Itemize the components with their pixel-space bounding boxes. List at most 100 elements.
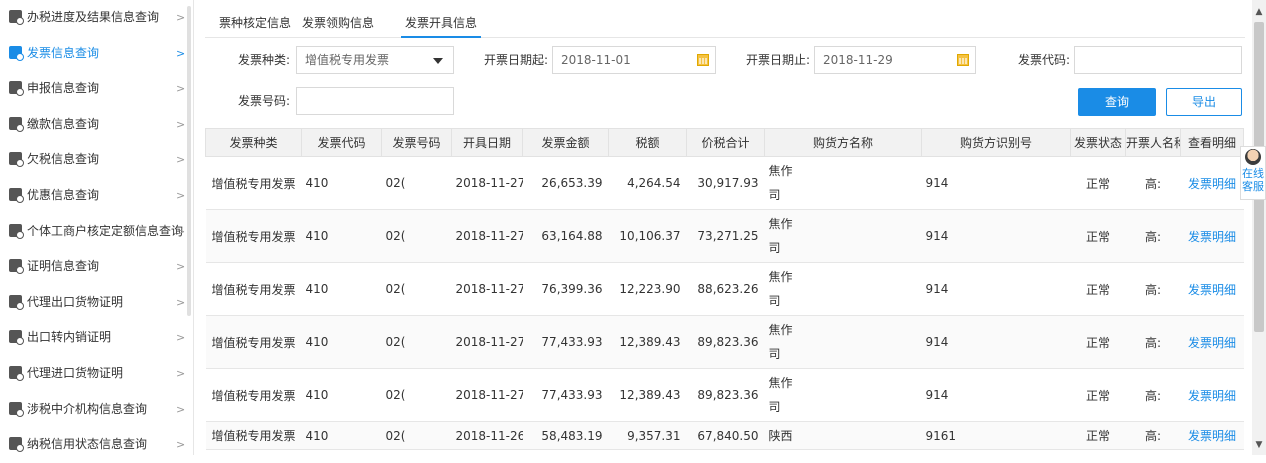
scroll-down-icon[interactable]: ▼	[1254, 439, 1264, 451]
invoice-detail-link[interactable]: 发票明细	[1188, 429, 1236, 443]
buyer-name-line1: 陕西	[768, 428, 793, 443]
amount-cell: 58,483.19	[522, 421, 609, 450]
sidebar-item[interactable]: 个体工商户核定定额信息查询 >	[0, 214, 193, 250]
invoice-code-cell: 410	[301, 156, 382, 210]
tax-cell: 12,389.43	[608, 368, 687, 422]
column-header: 发票种类	[205, 128, 302, 157]
sidebar-item-label: 纳税信用状态信息查询	[27, 437, 148, 452]
sidebar-item-label: 欠税信息查询	[27, 152, 100, 167]
detail-link-cell: 发票明细	[1180, 315, 1244, 369]
sidebar-list: 办税进度及结果信息查询 > 发票信息查询 > 申报信息查询 > 缴款信息查询 > 欠税信息查询 >…	[0, 0, 193, 463]
column-header: 开具日期	[451, 128, 523, 157]
sidebar-item[interactable]: 证明信息查询 >	[0, 249, 193, 285]
buyer-name-line2: 司	[768, 400, 781, 414]
table-row[interactable]: 增值税专用发票 410 02(2018-11-27 77,433.93 12,389.4…	[205, 368, 1244, 422]
table-row[interactable]: 增值税专用发票 410 02(2018-11-27 77,433.93 12,389.4…	[205, 315, 1244, 369]
sidebar-item[interactable]: 出口转内销证明 >	[0, 320, 193, 356]
column-header: 购货方名称	[764, 128, 922, 157]
sidebar-item[interactable]: 优惠信息查询 >	[0, 178, 193, 214]
amount-cell: 63,164.88	[522, 209, 609, 263]
query-button[interactable]: 查询	[1078, 88, 1156, 116]
table-header-row: 发票种类 发票代码 发票号码 开具日期 发票金额 税额 价税合计 购货方名称 购货方识别号 发票状…	[205, 128, 1244, 157]
status-cell: 正常	[1070, 315, 1126, 369]
invoice-code-input[interactable]	[1074, 46, 1242, 74]
start-date-input[interactable]: 2018-11-01	[552, 46, 716, 74]
sidebar-item[interactable]: 缴款信息查询 >	[0, 107, 193, 143]
buyer-id-cell: 914	[921, 315, 1071, 369]
column-header: 发票号码	[381, 128, 452, 157]
chevron-right-icon: >	[176, 11, 186, 24]
total-cell: 89,823.36	[686, 368, 765, 422]
invoice-number-cell: 02(	[381, 315, 452, 369]
issuer-cell: 高:	[1125, 156, 1181, 210]
end-date-label: 开票日期止:	[745, 53, 810, 67]
chevron-right-icon: >	[176, 438, 186, 452]
export-button[interactable]: 导出	[1166, 88, 1242, 116]
sidebar-item-label: 优惠信息查询	[27, 187, 100, 202]
invoice-code-cell: 410	[301, 368, 382, 422]
tab-invoice-approval[interactable]: 票种核定信息	[219, 12, 291, 38]
table-row[interactable]: 增值税专用发票 410 02(2018-11-27 26,653.39 4,264.54…	[205, 156, 1244, 210]
total-cell: 30,917.93	[686, 156, 765, 210]
sidebar-item[interactable]: 代理出口货物证明 >	[0, 285, 193, 321]
tax-cell: 9,357.31	[608, 421, 687, 450]
sidebar-item-label: 申报信息查询	[27, 81, 100, 96]
column-header: 发票状态	[1070, 128, 1126, 157]
table-row[interactable]: 增值税专用发票 410 02(2018-11-26 58,483.19 9,357.31…	[205, 421, 1244, 450]
issuer-cell: 高:	[1125, 262, 1181, 316]
sidebar-scrollbar[interactable]	[187, 6, 191, 316]
invoice-detail-link[interactable]: 发票明细	[1188, 230, 1236, 244]
scroll-up-icon[interactable]: ▲	[1254, 6, 1264, 18]
amount-cell: 26,653.39	[522, 156, 609, 210]
invoice-detail-link[interactable]: 发票明细	[1188, 389, 1236, 403]
chevron-right-icon: >	[176, 82, 186, 96]
sidebar-item[interactable]: 涉税中介机构信息查询 >	[0, 392, 193, 428]
tab-invoice-issued[interactable]: 发票开具信息	[401, 12, 482, 38]
issuer-cell: 高:	[1125, 209, 1181, 263]
invoice-detail-link[interactable]: 发票明细	[1188, 177, 1236, 191]
invoice-type-cell: 增值税专用发票	[205, 209, 302, 263]
buyer-name-line2: 司	[768, 188, 781, 202]
issue-date-cell: 2018-11-27	[451, 262, 523, 316]
sidebar-item[interactable]: 申报信息查询 >	[0, 71, 193, 107]
invoice-detail-link[interactable]: 发票明细	[1188, 283, 1236, 297]
invoice-number-input[interactable]	[296, 87, 454, 115]
column-header: 购货方识别号	[921, 128, 1071, 157]
arrears-search-icon	[9, 152, 24, 168]
sidebar-item[interactable]: 代理进口货物证明 >	[0, 356, 193, 392]
sidebar-item-label: 代理出口货物证明	[27, 294, 124, 309]
tab-invoice-purchase[interactable]: 发票领购信息	[302, 12, 374, 38]
invoice-type-cell: 增值税专用发票	[205, 315, 302, 369]
issue-date-cell: 2018-11-27	[451, 156, 523, 210]
invoice-code-cell: 410	[301, 262, 382, 316]
calendar-icon[interactable]	[957, 54, 969, 66]
caret-down-icon	[433, 58, 443, 64]
status-cell: 正常	[1070, 421, 1126, 450]
invoice-type-cell: 增值税专用发票	[205, 368, 302, 422]
invoice-type-select[interactable]: 增值税专用发票	[296, 46, 454, 74]
sidebar-item[interactable]: 办税进度及结果信息查询 >	[0, 0, 193, 36]
buyer-id-cell: 9161	[921, 421, 1071, 450]
amount-cell: 77,433.93	[522, 315, 609, 369]
total-cell: 89,823.36	[686, 315, 765, 369]
buyer-name-cell: 陕西	[764, 421, 922, 450]
end-date-input[interactable]: 2018-11-29	[814, 46, 976, 74]
table-row[interactable]: 增值税专用发票 410 02(2018-11-27 76,399.36 12,223.9…	[205, 262, 1244, 316]
export-cert-icon	[9, 294, 24, 310]
online-service-button[interactable]: 在线 客服	[1240, 146, 1266, 200]
sidebar-item[interactable]: 发票信息查询 >	[0, 36, 193, 72]
chevron-right-icon: >	[176, 153, 186, 167]
invoice-detail-link[interactable]: 发票明细	[1188, 336, 1236, 350]
sidebar-item[interactable]: 欠税信息查询 >	[0, 142, 193, 178]
invoice-code-cell: 410	[301, 421, 382, 450]
total-cell: 67,840.50	[686, 421, 765, 450]
calendar-icon[interactable]	[697, 54, 709, 66]
table-row[interactable]: 增值税专用发票 410 02(2018-11-27 63,164.88 10,106.3…	[205, 209, 1244, 263]
page-scrollbar[interactable]: ▲ ▼	[1252, 0, 1266, 455]
detail-link-cell: 发票明细	[1180, 156, 1244, 210]
total-cell: 73,271.25	[686, 209, 765, 263]
sidebar-item-label: 涉税中介机构信息查询	[27, 401, 148, 416]
sidebar-item[interactable]: 纳税信用状态信息查询 >	[0, 427, 193, 463]
invoice-code-cell: 410	[301, 209, 382, 263]
buyer-name-line2: 司	[768, 241, 781, 255]
